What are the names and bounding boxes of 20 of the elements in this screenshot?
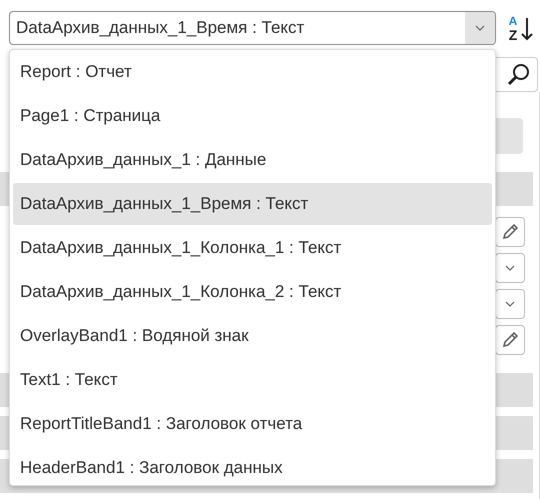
dropdown-option[interactable]: DataАрхив_данных_1_Колонка_1 : Текст: [13, 227, 492, 269]
pencil-icon: [500, 222, 520, 242]
dropdown-option[interactable]: ReportTitleBand1 : Заголовок отчета: [13, 403, 492, 445]
dropdown-option[interactable]: Text1 : Текст: [13, 359, 492, 401]
dropdown-option[interactable]: HeaderBand1 : Заголовок данных: [13, 447, 492, 489]
dropdown-option[interactable]: DataАрхив_данных_1_Колонка_2 : Текст: [13, 271, 492, 313]
chevron-down-icon: [504, 300, 516, 308]
object-selector[interactable]: DataАрхив_данных_1_Время : Текст: [9, 11, 496, 45]
dropdown-option[interactable]: Report : Отчет: [13, 51, 492, 93]
search-icon: [507, 62, 531, 86]
pencil-icon: [500, 330, 520, 350]
edit-button[interactable]: [495, 216, 525, 247]
dropdown-option[interactable]: OverlayBand1 : Водяной знак: [13, 315, 492, 357]
dropdown-option[interactable]: DataАрхив_данных_1_Время : Текст: [13, 183, 492, 225]
sort-button[interactable]: A Z: [504, 12, 536, 44]
chevron-down-icon: [504, 264, 516, 272]
dropdown-option[interactable]: DataАрхив_данных_1 : Данные: [13, 139, 492, 181]
dropdown-option[interactable]: Page1 : Страница: [13, 95, 492, 137]
edit-button[interactable]: [495, 324, 525, 355]
selected-object: DataАрхив_данных_1_Время : Текст: [15, 17, 306, 39]
